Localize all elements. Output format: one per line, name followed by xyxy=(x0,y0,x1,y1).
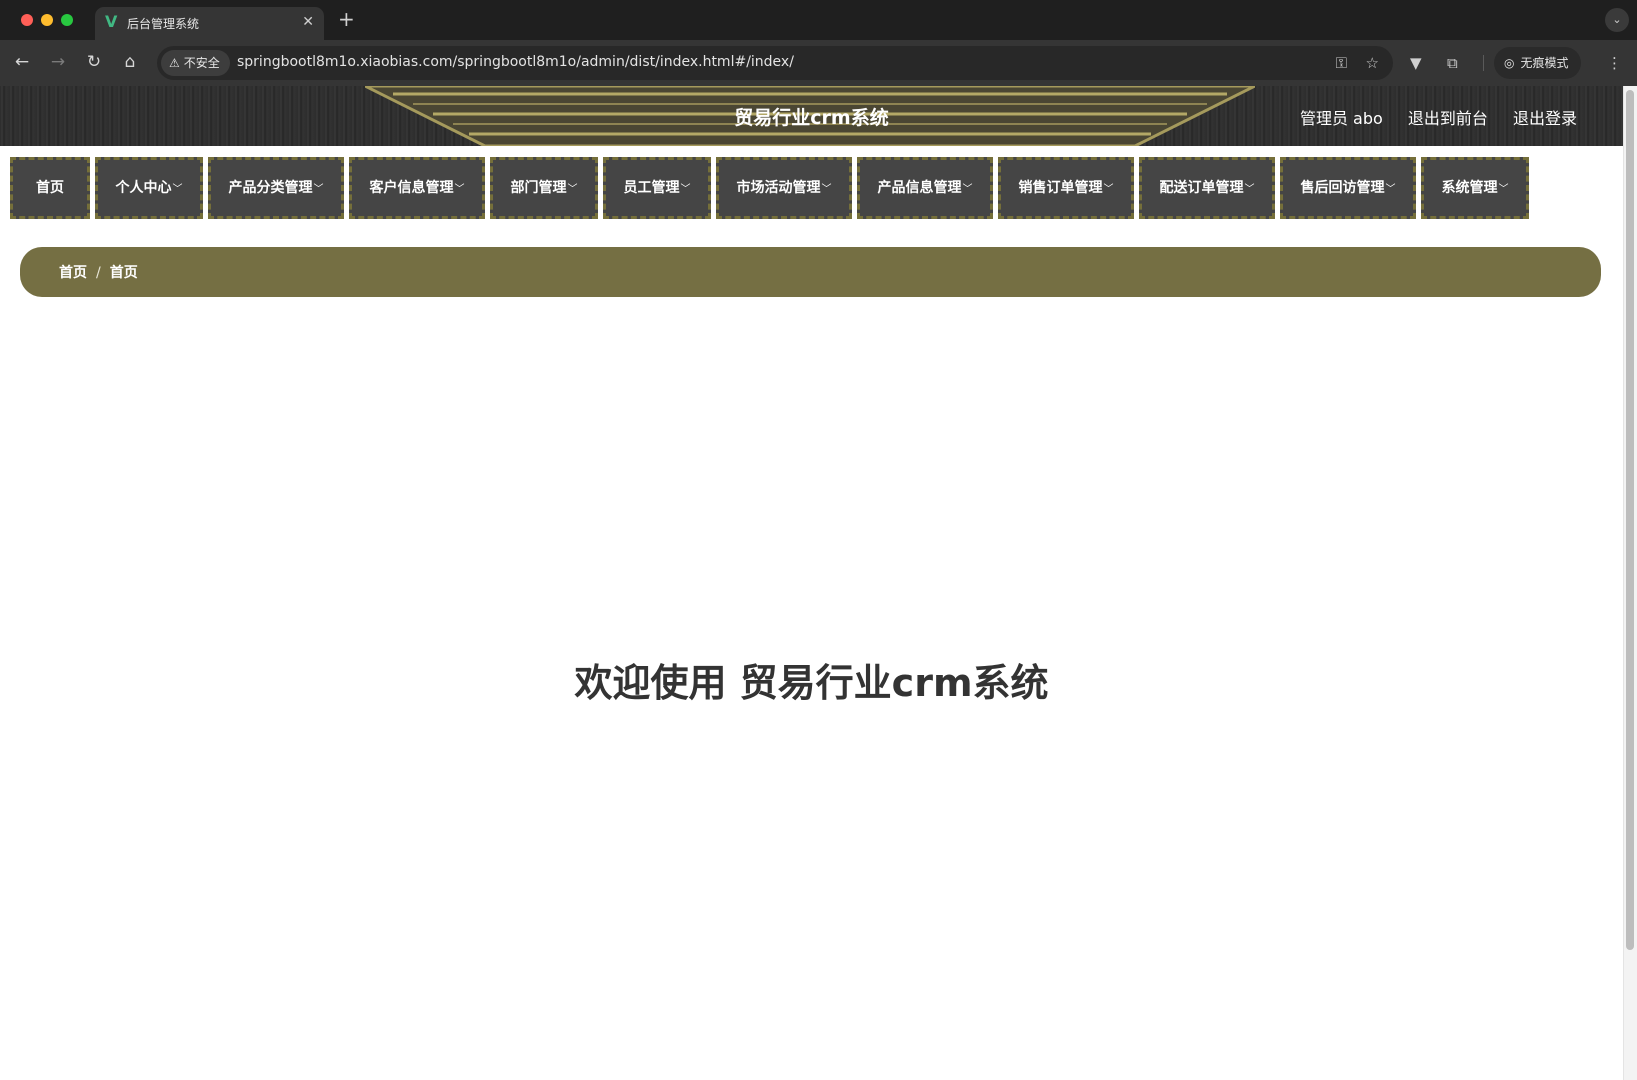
chevron-down-icon: ﹀ xyxy=(680,184,691,195)
breadcrumb-item-current: 首页 xyxy=(109,265,138,281)
menu-item-system[interactable]: 系统管理﹀ xyxy=(1421,157,1529,219)
menu-item-employee[interactable]: 员工管理﹀ xyxy=(603,157,711,219)
menu-item-customer-info[interactable]: 客户信息管理﹀ xyxy=(349,157,485,219)
window-minimize-button[interactable] xyxy=(41,14,53,26)
chevron-down-icon: ﹀ xyxy=(313,184,324,195)
vue-devtools-extension-icon[interactable]: ▼ xyxy=(1410,52,1422,74)
toolbar-divider xyxy=(1483,55,1484,71)
exit-to-frontend-link[interactable]: 退出到前台 xyxy=(1408,109,1488,128)
browser-tab[interactable]: V 后台管理系统 ✕ xyxy=(95,7,324,40)
menu-item-label: 市场活动管理 xyxy=(736,180,821,196)
header-links: 管理员 abo 退出到前台 退出登录 xyxy=(1280,105,1577,129)
chevron-down-icon: ﹀ xyxy=(962,184,973,195)
browser-menu-icon[interactable]: ⋮ xyxy=(1607,52,1622,74)
forward-arrow-icon[interactable]: → xyxy=(46,50,70,74)
menu-item-department[interactable]: 部门管理﹀ xyxy=(490,157,598,219)
browser-tab-strip: V 后台管理系统 ✕ + ⌄ xyxy=(0,0,1637,40)
menu-item-label: 销售订单管理 xyxy=(1018,180,1103,196)
page-scrollbar[interactable] xyxy=(1623,86,1637,1080)
password-key-icon[interactable]: ⚿ xyxy=(1336,53,1347,73)
new-tab-button[interactable]: + xyxy=(338,9,355,29)
chevron-down-icon: ﹀ xyxy=(1103,184,1114,195)
incognito-chip[interactable]: ◎ 无痕模式 xyxy=(1494,47,1581,79)
menu-item-label: 个人中心 xyxy=(115,180,172,196)
breadcrumb: 首页 / 首页 xyxy=(59,262,138,282)
menu-item-product-category[interactable]: 产品分类管理﹀ xyxy=(208,157,344,219)
admin-user-label: 管理员 abo xyxy=(1299,109,1383,128)
vue-favicon-icon: V xyxy=(105,12,118,31)
window-close-button[interactable] xyxy=(21,14,33,26)
incognito-label: 无痕模式 xyxy=(1520,56,1569,70)
menu-item-label: 售后回访管理 xyxy=(1300,180,1385,196)
menu-item-label: 配送订单管理 xyxy=(1159,180,1244,196)
menu-item-label: 产品分类管理 xyxy=(228,180,313,196)
chevron-down-icon: ﹀ xyxy=(1244,184,1255,195)
chevron-down-icon: ﹀ xyxy=(454,184,465,195)
breadcrumb-item-home[interactable]: 首页 xyxy=(59,265,87,281)
menu-item-label: 员工管理 xyxy=(623,180,680,196)
menu-item-sales-order[interactable]: 销售订单管理﹀ xyxy=(998,157,1134,219)
menu-item-label: 系统管理 xyxy=(1441,180,1498,196)
url-text[interactable]: springbootl8m1o.xiaobias.com/springbootl… xyxy=(237,54,794,70)
security-chip[interactable]: ⚠ 不安全 xyxy=(161,50,230,76)
incognito-icon: ◎ xyxy=(1504,56,1515,70)
chevron-down-icon: ﹀ xyxy=(567,184,578,195)
bookmark-star-icon[interactable]: ☆ xyxy=(1366,53,1379,73)
menu-item-label: 产品信息管理 xyxy=(877,180,962,196)
breadcrumb-bar: 首页 / 首页 xyxy=(20,247,1601,297)
chevron-down-icon: ﹀ xyxy=(1385,184,1396,195)
security-label: 不安全 xyxy=(183,56,220,70)
menu-item-label: 部门管理 xyxy=(510,180,567,196)
tab-close-icon[interactable]: ✕ xyxy=(302,13,314,31)
menu-item-after-sales[interactable]: 售后回访管理﹀ xyxy=(1280,157,1416,219)
tab-title: 后台管理系统 xyxy=(127,17,200,31)
welcome-message: 欢迎使用 贸易行业crm系统 xyxy=(574,661,1049,705)
chevron-down-icon: ﹀ xyxy=(821,184,832,195)
extensions-puzzle-icon[interactable]: ⧉ xyxy=(1447,52,1458,74)
address-bar[interactable]: ⚠ 不安全 springbootl8m1o.xiaobias.com/spring… xyxy=(157,46,1393,80)
app-header: 贸易行业crm系统 管理员 abo 退出到前台 退出登录 xyxy=(0,86,1623,146)
menu-item-home[interactable]: 首页 xyxy=(10,157,90,219)
window-zoom-button[interactable] xyxy=(61,14,73,26)
menu-item-label: 首页 xyxy=(36,180,64,196)
menu-item-marketing-activity[interactable]: 市场活动管理﹀ xyxy=(716,157,852,219)
page-viewport: 贸易行业crm系统 管理员 abo 退出到前台 退出登录 首页 个人中心﹀ 产品… xyxy=(0,86,1637,1080)
logout-link[interactable]: 退出登录 xyxy=(1513,109,1577,128)
menu-item-delivery-order[interactable]: 配送订单管理﹀ xyxy=(1139,157,1275,219)
home-icon[interactable]: ⌂ xyxy=(118,50,142,74)
tab-search-icon[interactable]: ⌄ xyxy=(1605,8,1629,32)
menu-item-product-info[interactable]: 产品信息管理﹀ xyxy=(857,157,993,219)
scrollbar-thumb[interactable] xyxy=(1626,90,1634,950)
menu-item-personal-center[interactable]: 个人中心﹀ xyxy=(95,157,203,219)
breadcrumb-separator: / xyxy=(96,265,101,281)
reload-icon[interactable]: ↻ xyxy=(82,50,106,74)
menu-item-label: 客户信息管理 xyxy=(369,180,454,196)
chevron-down-icon: ﹀ xyxy=(172,184,183,195)
warning-icon: ⚠ xyxy=(169,56,180,70)
chevron-down-icon: ﹀ xyxy=(1498,184,1509,195)
browser-toolbar: ← → ↻ ⌂ ⚠ 不安全 springbootl8m1o.xiaobias.co… xyxy=(0,40,1637,86)
back-arrow-icon[interactable]: ← xyxy=(10,50,34,74)
